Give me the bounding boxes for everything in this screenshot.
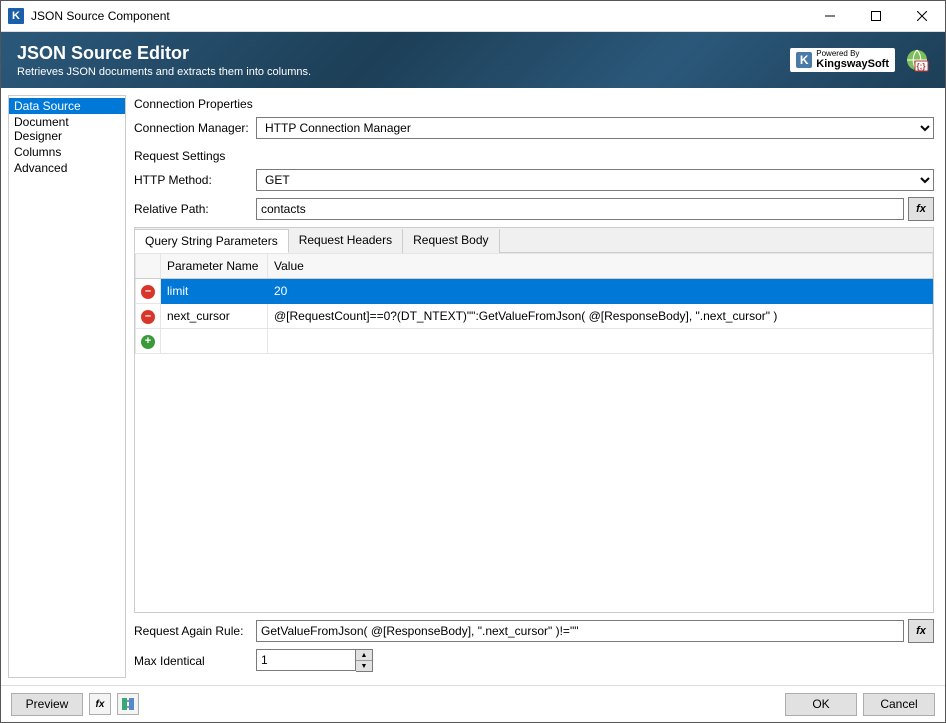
tab-query-string-parameters[interactable]: Query String Parameters: [134, 229, 289, 253]
http-method-select[interactable]: GET: [256, 169, 934, 191]
body: Data SourceDocument DesignerColumnsAdvan…: [1, 88, 945, 685]
param-value-cell[interactable]: @[RequestCount]==0?(DT_NTEXT)"":GetValue…: [268, 304, 933, 329]
relative-path-label: Relative Path:: [134, 202, 252, 216]
table-row[interactable]: –limit20: [136, 279, 933, 304]
table-row[interactable]: –next_cursor@[RequestCount]==0?(DT_NTEXT…: [136, 304, 933, 329]
globe-json-icon: {;}: [905, 48, 929, 72]
brand-logo: K Powered ByKingswaySoft {;}: [790, 48, 929, 72]
close-button[interactable]: [899, 1, 945, 31]
connection-manager-select[interactable]: HTTP Connection Manager: [256, 117, 934, 139]
param-name-cell[interactable]: limit: [161, 279, 268, 304]
column-mapping-icon[interactable]: [117, 693, 139, 715]
app-icon: K: [8, 8, 24, 24]
sidebar-item-document-designer[interactable]: Document Designer: [9, 114, 125, 144]
relative-path-fx-button[interactable]: fx: [908, 197, 934, 221]
ok-button[interactable]: OK: [785, 693, 857, 716]
max-identical-input[interactable]: [256, 649, 356, 671]
grid-header[interactable]: Value: [268, 254, 933, 279]
connection-manager-label: Connection Manager:: [134, 121, 252, 135]
banner-subtitle: Retrieves JSON documents and extracts th…: [17, 66, 311, 78]
remove-row-icon[interactable]: –: [141, 285, 155, 299]
minimize-button[interactable]: [807, 1, 853, 31]
maximize-button[interactable]: [853, 1, 899, 31]
banner: JSON Source Editor Retrieves JSON docume…: [1, 32, 945, 88]
sidebar-item-columns[interactable]: Columns: [9, 144, 125, 160]
add-row-icon[interactable]: +: [141, 335, 155, 349]
main-panel: Connection Properties Connection Manager…: [130, 95, 938, 678]
titlebar: K JSON Source Component: [1, 1, 945, 32]
svg-text:{;}: {;}: [917, 62, 926, 71]
sidebar-item-data-source[interactable]: Data Source: [9, 98, 125, 114]
grid-header[interactable]: [136, 254, 161, 279]
banner-title: JSON Source Editor: [17, 43, 311, 64]
window: K JSON Source Component JSON Source Edit…: [0, 0, 946, 723]
connection-properties-label: Connection Properties: [130, 95, 938, 117]
param-value-cell[interactable]: [268, 329, 933, 354]
cancel-button[interactable]: Cancel: [863, 693, 935, 716]
preview-button[interactable]: Preview: [11, 693, 83, 716]
max-identical-label: Max Identical: [134, 654, 252, 668]
tab-body: Parameter NameValue –limit20–next_cursor…: [135, 253, 933, 612]
footer: Preview fx OK Cancel: [1, 685, 945, 722]
param-name-cell[interactable]: next_cursor: [161, 304, 268, 329]
grid-header[interactable]: Parameter Name: [161, 254, 268, 279]
remove-row-icon[interactable]: –: [141, 310, 155, 324]
tab-request-headers[interactable]: Request Headers: [289, 229, 403, 253]
sidebar-item-advanced[interactable]: Advanced: [9, 160, 125, 176]
request-settings-label: Request Settings: [130, 145, 938, 169]
spin-up-icon[interactable]: ▲: [356, 650, 372, 661]
tab-strip: Query String ParametersRequest HeadersRe…: [135, 228, 933, 253]
max-identical-spinner[interactable]: ▲▼: [256, 649, 373, 672]
request-again-rule-label: Request Again Rule:: [134, 624, 252, 638]
table-row[interactable]: +: [136, 329, 933, 354]
parameters-grid[interactable]: Parameter NameValue –limit20–next_cursor…: [135, 253, 933, 354]
tab-request-body[interactable]: Request Body: [403, 229, 499, 253]
relative-path-input[interactable]: [256, 198, 904, 220]
param-value-cell[interactable]: 20: [268, 279, 933, 304]
request-tabs: Query String ParametersRequest HeadersRe…: [134, 227, 934, 613]
param-name-cell[interactable]: [161, 329, 268, 354]
sidebar: Data SourceDocument DesignerColumnsAdvan…: [8, 95, 126, 678]
request-again-rule-fx-button[interactable]: fx: [908, 619, 934, 643]
http-method-label: HTTP Method:: [134, 173, 252, 187]
window-title: JSON Source Component: [31, 9, 170, 23]
spin-down-icon[interactable]: ▼: [356, 661, 372, 671]
expression-editor-icon[interactable]: fx: [89, 693, 111, 715]
request-again-rule-input[interactable]: [256, 620, 904, 642]
